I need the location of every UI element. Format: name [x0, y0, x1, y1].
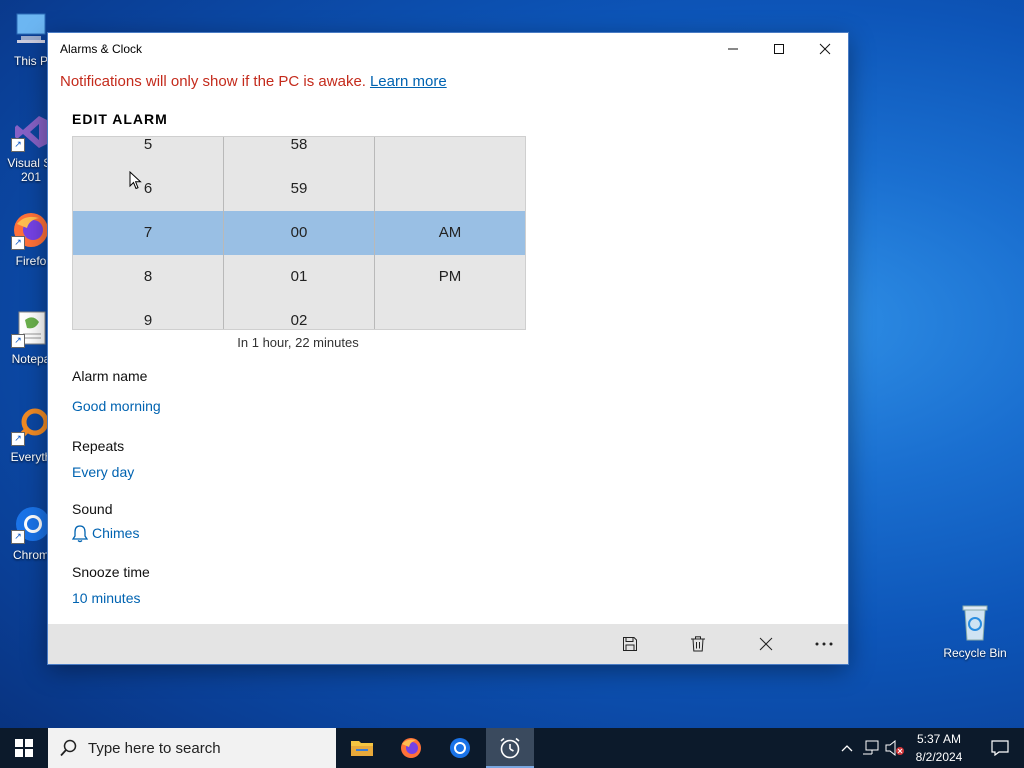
sound-value: Chimes	[92, 525, 140, 541]
shortcut-arrow-icon: ↗	[11, 530, 25, 544]
window-title: Alarms & Clock	[60, 42, 143, 56]
period-option-selected[interactable]: AM	[375, 211, 525, 255]
minute-option[interactable]: 01	[224, 255, 374, 299]
command-bar	[48, 624, 848, 664]
taskbar-chrome[interactable]	[436, 728, 484, 768]
notification-notice: Notifications will only show if the PC i…	[60, 73, 447, 90]
bell-icon	[72, 525, 88, 543]
maximize-button[interactable]	[756, 33, 802, 65]
network-icon	[863, 740, 879, 755]
clock-date: 8/2/2024	[915, 750, 963, 764]
chrome-icon: ↗	[11, 504, 51, 544]
alarm-clock-icon	[500, 737, 520, 759]
alarm-name-input[interactable]: Good morning	[72, 398, 161, 414]
close-button[interactable]	[802, 33, 848, 65]
period-column[interactable]: AM PM	[375, 137, 525, 329]
minimize-icon	[728, 48, 738, 50]
notice-text: Notifications will only show if the PC i…	[60, 73, 366, 90]
shortcut-arrow-icon: ↗	[11, 432, 25, 446]
hour-option[interactable]: 6	[73, 167, 223, 211]
repeats-label: Repeats	[72, 438, 125, 454]
action-center-button[interactable]	[976, 728, 1024, 768]
chrome-icon	[450, 738, 470, 758]
search-icon	[60, 739, 77, 757]
minute-option[interactable]: 58	[224, 123, 374, 167]
repeats-dropdown[interactable]: Every day	[72, 464, 134, 480]
shortcut-arrow-icon: ↗	[11, 334, 25, 348]
sound-dropdown[interactable]: Chimes	[72, 525, 139, 543]
snooze-label: Snooze time	[72, 564, 150, 580]
desktop-icon-recycle-bin[interactable]: Recycle Bin	[938, 602, 1012, 660]
taskbar-clock[interactable]: 5:37 AM 8/2/2024	[904, 730, 974, 766]
title-bar[interactable]: Alarms & Clock	[48, 33, 848, 65]
sound-label: Sound	[72, 501, 113, 517]
network-button[interactable]	[860, 728, 882, 768]
taskbar-file-explorer[interactable]	[338, 728, 386, 768]
minute-option-selected[interactable]: 00	[224, 211, 374, 255]
chevron-up-icon	[841, 745, 853, 752]
save-icon	[623, 637, 637, 651]
taskbar-search-box[interactable]: Type here to search	[48, 728, 336, 768]
firefox-icon: ↗	[11, 210, 51, 250]
period-option[interactable]: PM	[375, 255, 525, 299]
save-button[interactable]	[607, 624, 653, 664]
notepad-icon: ↗	[11, 308, 51, 348]
shortcut-arrow-icon: ↗	[11, 138, 25, 152]
minute-column[interactable]: 58 59 00 01 02	[224, 136, 374, 329]
windows-logo-icon	[15, 739, 33, 757]
delete-button[interactable]	[675, 624, 721, 664]
start-button[interactable]	[0, 728, 48, 768]
alarms-clock-window: Alarms & Clock Notifications will only s…	[48, 33, 848, 664]
alarm-name-label: Alarm name	[72, 368, 148, 384]
cancel-icon	[759, 637, 773, 651]
search-placeholder: Type here to search	[88, 739, 221, 757]
minimize-button[interactable]	[710, 33, 756, 65]
notification-icon	[991, 740, 1009, 756]
hour-option[interactable]: 8	[73, 255, 223, 299]
shortcut-arrow-icon: ↗	[11, 236, 25, 250]
hour-column[interactable]: 5 6 7 8 9	[73, 136, 223, 329]
taskbar-firefox[interactable]	[387, 728, 435, 768]
folder-icon	[351, 741, 373, 756]
snooze-dropdown[interactable]: 10 minutes	[72, 590, 140, 606]
clock-time: 5:37 AM	[916, 732, 962, 746]
hour-option[interactable]: 5	[73, 123, 223, 167]
recycle-bin-icon	[955, 602, 995, 642]
minute-option[interactable]: 59	[224, 167, 374, 211]
mouse-cursor-icon	[129, 171, 142, 190]
taskbar: Type here to search 5:37 AM 8/2/2024	[0, 728, 1024, 768]
learn-more-link[interactable]: Learn more	[370, 73, 447, 90]
close-icon	[819, 43, 831, 55]
time-picker[interactable]: 5 6 7 8 9 58 59 00 01 02 AM PM	[72, 136, 526, 330]
volume-button[interactable]	[884, 728, 906, 768]
countdown-caption: In 1 hour, 22 minutes	[237, 335, 359, 350]
firefox-icon	[401, 738, 421, 758]
everything-search-icon: ↗	[11, 406, 51, 446]
more-icon	[815, 642, 833, 646]
volume-muted-icon	[885, 740, 904, 756]
computer-icon	[11, 10, 51, 50]
cancel-button[interactable]	[743, 624, 789, 664]
show-hidden-icons-button[interactable]	[838, 728, 856, 768]
desktop-icon-label: Recycle Bin	[943, 646, 1007, 660]
delete-icon	[691, 636, 705, 652]
maximize-icon	[774, 44, 784, 54]
more-options-button[interactable]	[801, 624, 847, 664]
taskbar-alarms-clock[interactable]	[486, 728, 534, 768]
hour-option-selected[interactable]: 7	[73, 211, 223, 255]
visual-studio-icon: ↗	[11, 112, 51, 152]
